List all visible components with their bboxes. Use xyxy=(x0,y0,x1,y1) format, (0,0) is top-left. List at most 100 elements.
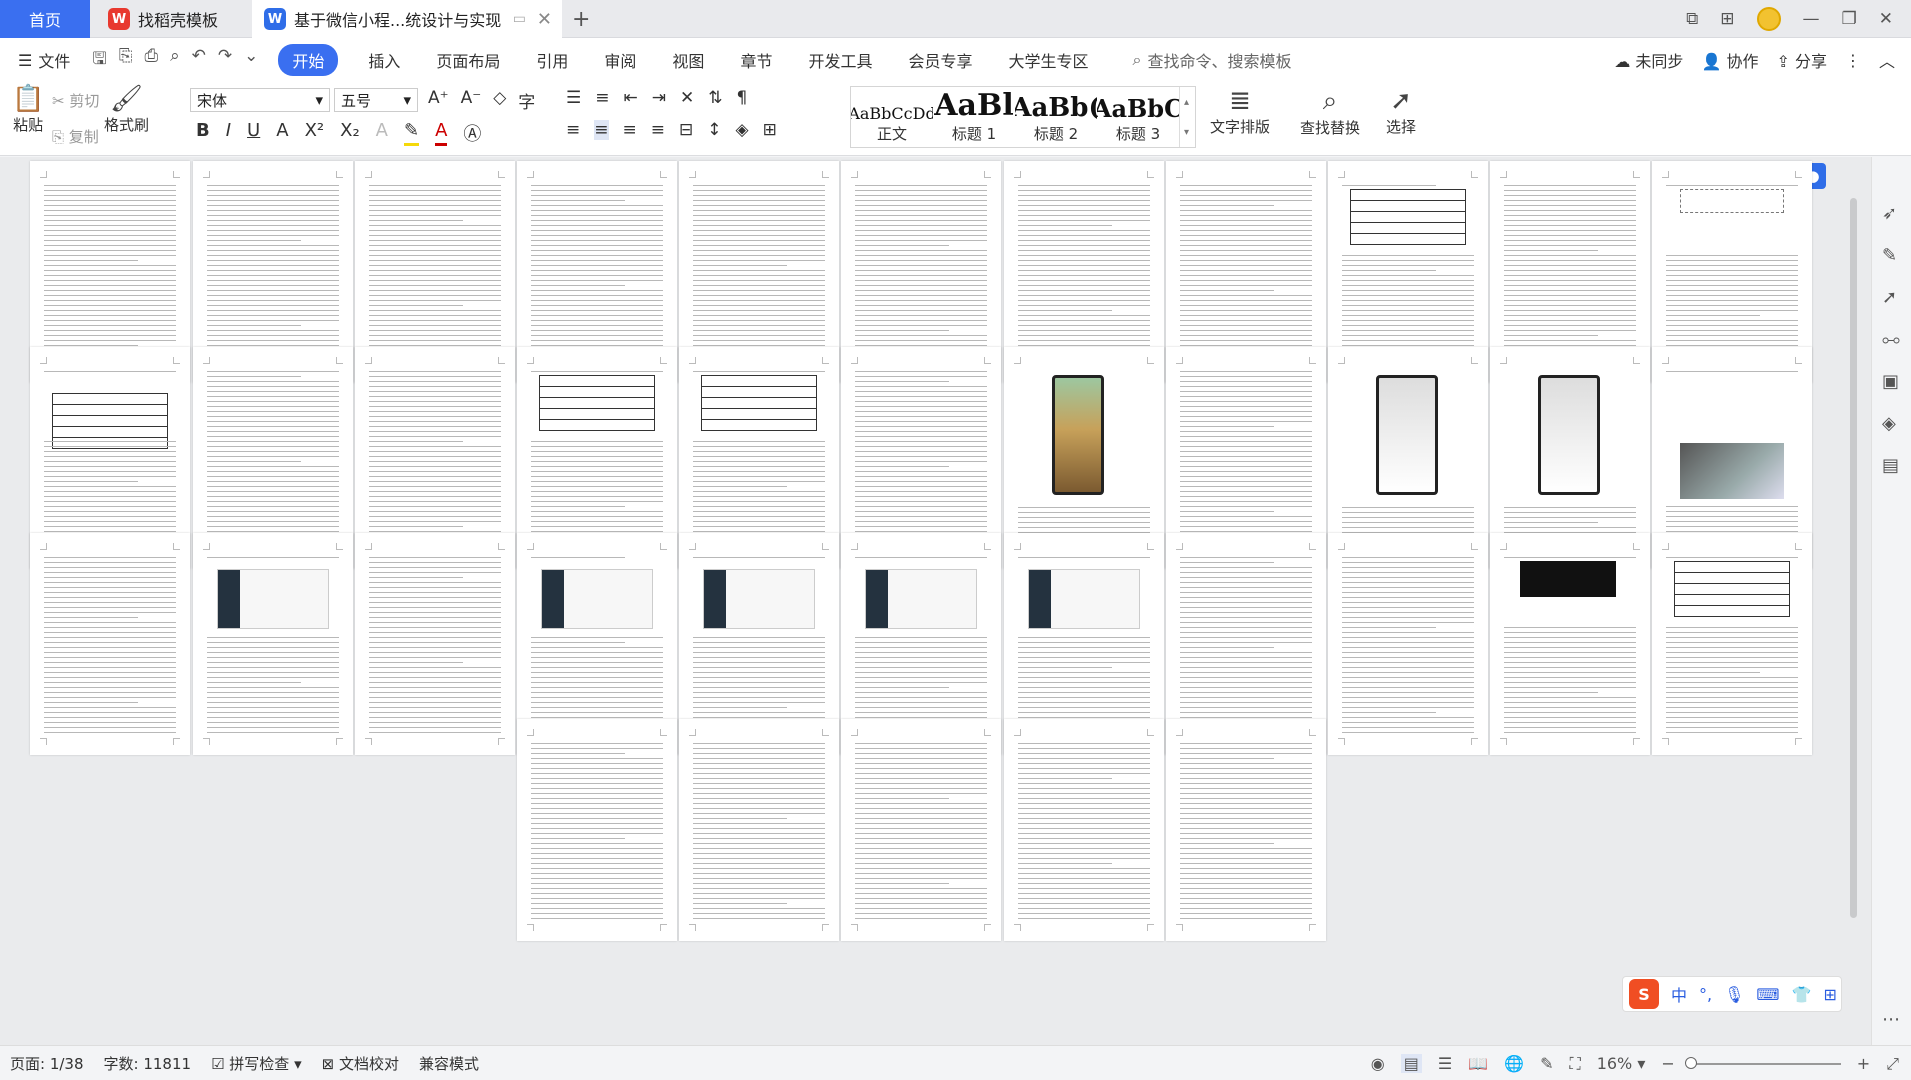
minimize-icon[interactable]: — xyxy=(1803,9,1820,29)
pointer-icon[interactable]: ➚ xyxy=(1882,287,1902,308)
export-pdf-icon[interactable]: ⎘ xyxy=(119,46,133,75)
chevron-down-icon[interactable]: ⌄ xyxy=(244,46,258,75)
chinese-layout-icon[interactable]: ✕ xyxy=(680,88,694,108)
tab-member[interactable]: 会员专享 xyxy=(908,48,972,72)
page-thumbnail[interactable] xyxy=(193,533,353,755)
page-view-icon[interactable]: ▤ xyxy=(1400,1054,1422,1073)
collab-button[interactable]: 👤 协作 xyxy=(1701,48,1758,72)
char-border-icon[interactable]: Ⓐ xyxy=(463,120,481,146)
shrink-font-icon[interactable]: A⁻ xyxy=(461,88,482,113)
word-count[interactable]: 字数: 11811 xyxy=(104,1053,192,1074)
page-thumbnail[interactable] xyxy=(1328,533,1488,755)
show-marks-icon[interactable]: ¶ xyxy=(737,88,748,108)
zoom-in-icon[interactable]: + xyxy=(1857,1054,1870,1073)
tab-insert[interactable]: 插入 xyxy=(368,48,400,72)
superscript-icon[interactable]: X² xyxy=(305,120,325,146)
eye-protection-icon[interactable]: ◉ xyxy=(1371,1054,1385,1073)
tab-home[interactable]: 首页 xyxy=(0,0,90,38)
tab-developer[interactable]: 开发工具 xyxy=(808,48,872,72)
tab-review[interactable]: 审阅 xyxy=(604,48,636,72)
sliders-icon[interactable]: ⧟ xyxy=(1882,329,1902,350)
new-tab-button[interactable]: + xyxy=(572,0,590,38)
image-icon[interactable]: ▣ xyxy=(1882,371,1902,392)
redo-icon[interactable]: ↷ xyxy=(218,46,232,75)
close-window-icon[interactable]: ✕ xyxy=(1879,9,1893,29)
tab-chapter[interactable]: 章节 xyxy=(740,48,772,72)
strikethrough-icon[interactable]: A xyxy=(276,120,288,146)
tab-start[interactable]: 开始 xyxy=(278,44,339,76)
page-thumbnail[interactable] xyxy=(1652,533,1812,755)
find-replace-button[interactable]: ⌕ 查找替换 xyxy=(1300,86,1360,138)
maximize-icon[interactable]: ❐ xyxy=(1842,9,1857,29)
bullet-list-icon[interactable]: ☰ xyxy=(566,88,581,108)
share-button[interactable]: ⇪ 分享 xyxy=(1776,48,1827,72)
file-menu[interactable]: ☰ 文件 xyxy=(18,48,70,72)
copy-button[interactable]: ⎘ 复制 xyxy=(52,126,99,147)
highlight-icon[interactable]: ✎ xyxy=(403,120,420,146)
grid-apps-icon[interactable]: ⊞ xyxy=(1720,9,1734,29)
reading-view-icon[interactable]: 📖 xyxy=(1468,1054,1488,1073)
grow-font-icon[interactable]: A⁺ xyxy=(428,88,449,113)
style-heading-2[interactable]: AaBb( 标题 2 xyxy=(1015,87,1097,147)
pen-icon[interactable]: ✎ xyxy=(1882,245,1902,266)
select-button[interactable]: ➚ 选择 xyxy=(1386,86,1416,137)
distributed-icon[interactable]: ⊟ xyxy=(679,120,693,140)
tab-references[interactable]: 引用 xyxy=(536,48,568,72)
zoom-out-icon[interactable]: − xyxy=(1661,1054,1674,1073)
font-size-select[interactable]: 五号 ▾ xyxy=(334,88,418,112)
tab-document[interactable]: W 基于微信小程...统设计与实现 ▭ ✕ xyxy=(252,0,562,38)
line-spacing-icon[interactable]: ↕ xyxy=(707,120,721,140)
ime-punct[interactable]: °, xyxy=(1699,985,1712,1004)
sort-icon[interactable]: ⇅ xyxy=(708,88,722,108)
page-thumbnail[interactable] xyxy=(30,533,190,755)
bold-icon[interactable]: B xyxy=(196,120,210,146)
text-layout-button[interactable]: ≣ 文字排版 xyxy=(1210,86,1270,137)
tab-view[interactable]: 视图 xyxy=(672,48,704,72)
keyboard-icon[interactable]: ⌨ xyxy=(1756,985,1779,1004)
write-mode-icon[interactable]: ✎ xyxy=(1540,1054,1553,1073)
tab-daoke-templates[interactable]: W 找稻壳模板 xyxy=(96,0,246,38)
style-scroll[interactable]: ▴ ▾ xyxy=(1179,87,1193,147)
phonetic-icon[interactable]: 字 xyxy=(518,88,535,113)
outline-view-icon[interactable]: ☰ xyxy=(1438,1054,1452,1073)
fit-page-icon[interactable]: ⛶ xyxy=(1569,1054,1580,1074)
ime-toolbar[interactable]: S 中 °, 🎙 ⌨ 👕 ⊞ xyxy=(1622,976,1842,1012)
align-left-icon[interactable]: ≡ xyxy=(566,120,580,140)
borders-icon[interactable]: ⊞ xyxy=(763,120,777,140)
shading-icon[interactable]: ◈ xyxy=(736,120,749,140)
avatar[interactable] xyxy=(1756,7,1781,31)
page-thumbnail[interactable] xyxy=(1004,719,1164,941)
sync-button[interactable]: ☁ 未同步 xyxy=(1614,48,1683,72)
format-painter-button[interactable]: 🖌 格式刷 xyxy=(104,84,149,135)
window-restore-icon[interactable]: ▭ xyxy=(513,11,526,27)
text-effect-icon[interactable]: A xyxy=(376,120,388,146)
italic-icon[interactable]: I xyxy=(226,120,231,146)
command-search[interactable]: ⌕ 查找命令、搜索模板 xyxy=(1133,48,1292,72)
print-icon[interactable]: ⎙ xyxy=(144,46,158,75)
skin-icon[interactable]: 👕 xyxy=(1792,985,1812,1004)
book-icon[interactable]: ▤ xyxy=(1882,455,1902,476)
clear-format-icon[interactable]: ◇ xyxy=(493,88,506,113)
document-canvas[interactable]: ● xyxy=(0,157,1911,1045)
page-thumbnail[interactable] xyxy=(841,719,1001,941)
rocket-icon[interactable]: ➶ xyxy=(1882,203,1902,224)
fullscreen-icon[interactable]: ⤢ xyxy=(1886,1054,1899,1074)
font-family-select[interactable]: 宋体 ▾ xyxy=(190,88,330,112)
page-indicator[interactable]: 页面: 1/38 xyxy=(10,1053,84,1074)
tab-student[interactable]: 大学生专区 xyxy=(1008,48,1088,72)
reading-mode-icon[interactable]: ⧉ xyxy=(1686,9,1698,29)
compass-icon[interactable]: ◈ xyxy=(1882,413,1902,434)
page-thumbnail[interactable] xyxy=(1166,719,1326,941)
align-center-icon[interactable]: ≡ xyxy=(594,120,609,140)
increase-indent-icon[interactable]: ⇥ xyxy=(652,88,666,108)
page-thumbnail[interactable] xyxy=(517,719,677,941)
spell-check[interactable]: ☑ 拼写检查 ▾ xyxy=(211,1053,302,1074)
tab-page-layout[interactable]: 页面布局 xyxy=(436,48,500,72)
paste-button[interactable]: 📋 粘贴 xyxy=(12,84,44,135)
print-preview-icon[interactable]: ⌕ xyxy=(170,46,180,75)
collapse-ribbon-icon[interactable]: ︿ xyxy=(1879,48,1895,72)
page-thumbnail[interactable] xyxy=(679,719,839,941)
underline-icon[interactable]: U xyxy=(247,120,260,146)
decrease-indent-icon[interactable]: ⇤ xyxy=(624,88,638,108)
zoom-slider[interactable] xyxy=(1684,1056,1841,1069)
